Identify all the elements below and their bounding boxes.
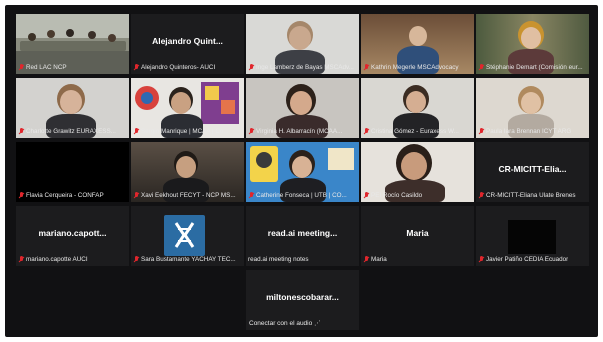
mic-muted-icon bbox=[478, 127, 484, 135]
participant-tile[interactable]: Javier Patiño CEDIA Ecuador bbox=[476, 206, 589, 266]
yachay-logo-icon bbox=[164, 215, 205, 256]
mic-muted-icon bbox=[133, 255, 139, 263]
participant-name: Flavia Cerqueira - CONFAP bbox=[18, 190, 127, 200]
participant-name: Alejandro Quinteros- AUCI bbox=[133, 62, 242, 72]
participant-tile[interactable]: CR-MICITT-Elia... CR-MICITT-Eliana Ulate… bbox=[476, 142, 589, 202]
participant-tile[interactable]: Virginia H. Albarracín (MCAA... bbox=[246, 78, 359, 138]
participant-tile[interactable]: Maria Maria bbox=[361, 206, 474, 266]
participant-tile[interactable]: Red LAC NCP bbox=[16, 14, 129, 74]
connect-audio-status: Conectar con el audio ⋰ bbox=[249, 320, 321, 327]
mic-muted-icon bbox=[363, 191, 369, 199]
participant-tile[interactable]: mariano.capott... mariano.capotte AUCI bbox=[16, 206, 129, 266]
mic-muted-icon bbox=[248, 63, 254, 71]
participant-tile[interactable]: Kathrin Megerle MSCAdvocacy bbox=[361, 14, 474, 74]
participant-name: Catherine Fonseca | UTB | CO... bbox=[248, 190, 357, 200]
participant-tile[interactable]: Alejandro Quint... Alejandro Quinteros- … bbox=[131, 14, 244, 74]
participant-name: Sara Bustamante YACHAY TEC... bbox=[133, 254, 242, 264]
mic-muted-icon bbox=[248, 191, 254, 199]
participant-tile[interactable]: Inge Lamberz de Bayas MSCAdv... bbox=[246, 14, 359, 74]
participant-name: CR-MICITT-Eliana Ulate Brenes bbox=[478, 190, 587, 200]
audio-connecting-icon: ⋰ bbox=[314, 320, 321, 327]
participant-tile[interactable]: miltonescobarar... Conectar con el audio… bbox=[246, 270, 359, 330]
participant-tile[interactable]: Sara Bustamante YACHAY TEC... bbox=[131, 206, 244, 266]
participant-tile[interactable]: Catherine Fonseca | UTB | CO... bbox=[246, 142, 359, 202]
mic-muted-icon bbox=[248, 127, 254, 135]
participant-display-name: Maria bbox=[406, 228, 429, 238]
meeting-window: Red LAC NCP Alejandro Quint... Alejandro… bbox=[5, 5, 598, 337]
participant-name: Stéphanie Demart (Comisión eur... bbox=[478, 62, 587, 72]
participant-tile[interactable]: PEI Rocío Casildo bbox=[361, 142, 474, 202]
participant-name: PEI Rocío Casildo bbox=[363, 190, 472, 200]
participant-name: Inge Lamberz de Bayas MSCAdv... bbox=[248, 62, 357, 72]
participant-display-name: Alejandro Quint... bbox=[152, 36, 223, 46]
participant-name: Charlotte Grawitz EURAXESS... bbox=[18, 126, 127, 136]
mic-muted-icon bbox=[478, 191, 484, 199]
participant-name: mariano.capotte AUCI bbox=[18, 254, 127, 264]
mic-muted-icon bbox=[478, 63, 484, 71]
participant-name: Xavi Eekhout FECYT - NCP MS... bbox=[133, 190, 242, 200]
participant-display-name: mariano.capott... bbox=[38, 228, 107, 238]
mic-muted-icon bbox=[363, 127, 369, 135]
participant-tile[interactable]: Flavia Cerqueira - CONFAP bbox=[16, 142, 129, 202]
mic-muted-icon bbox=[133, 127, 139, 135]
participant-display-name: miltonescobarar... bbox=[266, 292, 339, 302]
mic-muted-icon bbox=[363, 255, 369, 263]
participant-tile[interactable]: Paula Iara Brennan ICYT ARG bbox=[476, 78, 589, 138]
participant-display-name: read.ai meeting... bbox=[267, 228, 338, 238]
participant-name: Red LAC NCP bbox=[18, 62, 127, 72]
participant-name: Virginia H. Albarracín (MCAA... bbox=[248, 126, 357, 136]
mic-muted-icon bbox=[18, 191, 24, 199]
participant-tile[interactable]: Charlotte Grawitz EURAXESS... bbox=[16, 78, 129, 138]
empty-slot bbox=[131, 270, 244, 330]
empty-slot bbox=[16, 270, 129, 330]
mic-muted-icon bbox=[478, 255, 484, 263]
participant-tile[interactable]: Sergio Manrique | MCAA | Co... bbox=[131, 78, 244, 138]
participant-name: Cristina Gómez - Euraxess W... bbox=[363, 126, 472, 136]
video-dark bbox=[508, 220, 556, 254]
mic-muted-icon bbox=[133, 63, 139, 71]
mic-muted-icon bbox=[363, 63, 369, 71]
mic-muted-icon bbox=[133, 191, 139, 199]
empty-slot bbox=[361, 270, 474, 330]
participant-name: Maria bbox=[363, 254, 472, 264]
empty-slot bbox=[476, 270, 589, 330]
participant-tile[interactable]: Xavi Eekhout FECYT - NCP MS... bbox=[131, 142, 244, 202]
mic-muted-icon bbox=[18, 255, 24, 263]
mic-muted-icon bbox=[18, 63, 24, 71]
mic-muted-icon bbox=[18, 127, 24, 135]
participant-name: Javier Patiño CEDIA Ecuador bbox=[478, 254, 587, 264]
participant-name: Paula Iara Brennan ICYT ARG bbox=[478, 126, 587, 136]
gallery-grid: Red LAC NCP Alejandro Quint... Alejandro… bbox=[16, 14, 589, 330]
participant-display-name: CR-MICITT-Elia... bbox=[498, 164, 567, 174]
participant-tile[interactable]: Cristina Gómez - Euraxess W... bbox=[361, 78, 474, 138]
participant-name: Kathrin Megerle MSCAdvocacy bbox=[363, 62, 472, 72]
participant-name: Sergio Manrique | MCAA | Co... bbox=[133, 126, 242, 136]
participant-name: read.ai meeting notes bbox=[248, 255, 309, 263]
participant-tile[interactable]: read.ai meeting... read.ai meeting notes bbox=[246, 206, 359, 266]
participant-tile-active-speaker[interactable]: Stéphanie Demart (Comisión eur... bbox=[476, 14, 589, 74]
